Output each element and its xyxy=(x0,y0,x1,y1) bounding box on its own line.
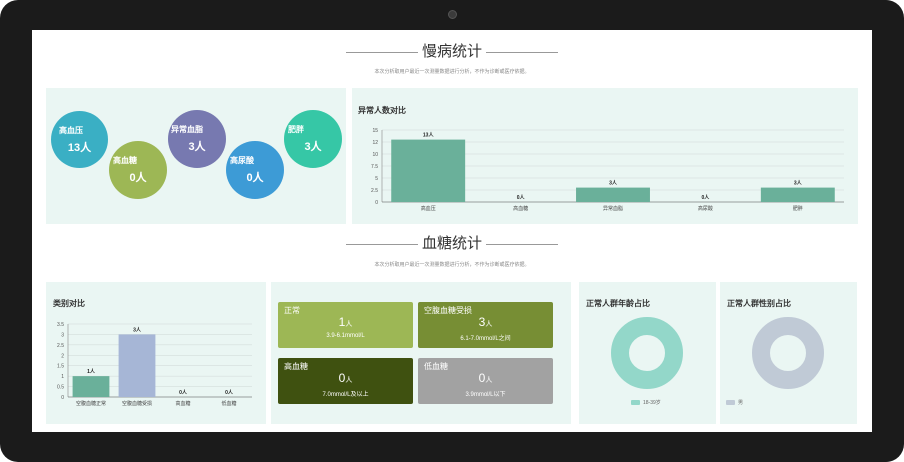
abnormal-bar-chart: 0 2.5 5 7.5 10 12 15 13人高血压 0人高血糖 3人异常血脂 0人高尿酸 3人肥胖 xyxy=(371,128,844,212)
card-value-unit: 人 xyxy=(485,321,493,328)
card-impaired-fasting[interactable]: 空腹血糖受损 3人 6.1-7.0mmol/L之间 xyxy=(418,302,553,348)
bar-4[interactable] xyxy=(760,187,835,202)
x-tick-label: 高血糖 xyxy=(175,400,190,407)
y-tick-label: 0 xyxy=(375,200,378,206)
bar-0[interactable] xyxy=(72,376,110,397)
card-range: 7.0mmol/L及以上 xyxy=(322,392,369,398)
legend-label: 男 xyxy=(738,400,744,406)
data-label: 0人 xyxy=(179,389,188,396)
legend-swatch xyxy=(631,400,640,406)
bar-0[interactable] xyxy=(391,139,466,202)
bubble-label: 异常血脂 xyxy=(171,125,203,134)
card-value-unit: 人 xyxy=(345,377,353,384)
camera-icon xyxy=(448,10,457,19)
title-line-right xyxy=(486,51,558,53)
legend-label: 18-39岁 xyxy=(643,400,661,406)
y-tick-label: 2.5 xyxy=(371,188,378,194)
y-tick-label: 10 xyxy=(372,152,378,158)
title-line-left xyxy=(345,243,418,245)
x-tick-label: 肥胖 xyxy=(793,205,803,212)
screen: 慢病统计 本次分析取用户最近一次测量数据进行分析，不作为诊断或医疗依据。 高血压… xyxy=(32,30,872,432)
data-label: 3人 xyxy=(794,180,803,187)
bubble-hyperuricemia[interactable]: 高尿酸 0人 xyxy=(226,141,284,199)
bubble-label: 高尿酸 xyxy=(230,156,254,165)
card-value: 0人 xyxy=(278,371,413,385)
age-pie-panel: 正常人群年龄占比 18-39岁 xyxy=(579,282,716,424)
card-range: 3.9-6.1mmol/L xyxy=(326,333,365,339)
glucose-cards-panel: 正常 1人 3.9-6.1mmol/L 空腹血糖受损 3人 6.1-7.0mmo… xyxy=(271,282,571,424)
card-value: 3人 xyxy=(418,315,553,329)
data-label: 3人 xyxy=(609,180,618,187)
data-label: 0人 xyxy=(225,389,234,396)
x-tick-label: 高尿酸 xyxy=(698,205,713,212)
legend: 18-39岁 xyxy=(631,399,661,406)
bubble-panel: 高血压 13人 高血糖 0人 异常血脂 3人 高尿酸 0人 肥胖 3人 xyxy=(46,88,346,224)
data-label: 1人 xyxy=(87,368,96,375)
x-tick-label: 低血糖 xyxy=(221,400,236,407)
y-tick-label: 2 xyxy=(61,353,64,359)
y-tick-label: 0 xyxy=(61,395,64,401)
y-tick-label: 3 xyxy=(61,332,64,338)
card-value: 0人 xyxy=(418,371,553,385)
bar-2[interactable] xyxy=(576,187,650,202)
data-label: 0人 xyxy=(702,194,711,201)
section-subtitle: 本次分析取用户最近一次测量数据进行分析，不作为诊断或医疗依据。 xyxy=(374,262,530,268)
x-tick-label: 空腹血糖受损 xyxy=(122,400,152,407)
bubble-value: 13人 xyxy=(67,142,92,154)
section-subtitle: 本次分析取用户最近一次测量数据进行分析，不作为诊断或医疗依据。 xyxy=(374,69,530,75)
data-label: 13人 xyxy=(423,132,435,139)
bubble-value: 0人 xyxy=(246,172,264,184)
x-tick-label: 异常血脂 xyxy=(603,205,623,212)
y-tick-label: 12 xyxy=(372,140,378,146)
card-normal[interactable]: 正常 1人 3.9-6.1mmol/L xyxy=(278,302,413,348)
y-tick-label: 5 xyxy=(375,176,378,182)
card-value-unit: 人 xyxy=(345,321,353,328)
data-label: 0人 xyxy=(517,194,526,201)
data-label: 3人 xyxy=(133,326,142,333)
y-tick-label: 1.5 xyxy=(57,364,64,370)
bar-1[interactable] xyxy=(118,334,156,397)
legend-swatch xyxy=(726,400,735,406)
card-range: 6.1-7.0mmol/L之间 xyxy=(460,336,511,342)
card-range: 3.9mmol/L以下 xyxy=(465,392,506,398)
bubble-label: 肥胖 xyxy=(288,125,304,134)
title-line-right xyxy=(486,243,558,245)
card-hypoglycemia[interactable]: 低血糖 0人 3.9mmol/L以下 xyxy=(418,358,553,404)
x-tick-label: 空腹血糖正常 xyxy=(76,400,106,407)
category-chart-panel: 类别对比 0 0.5 1 1.5 2 2.5 3 3.5 1人 空腹血糖正常 3人 空腹血糖受损 0人高… xyxy=(46,282,266,424)
y-tick-label: 1 xyxy=(61,374,64,380)
bubble-hyperglycemia[interactable]: 高血糖 0人 xyxy=(109,141,167,199)
card-value: 1人 xyxy=(278,315,413,329)
y-tick-label: 7.5 xyxy=(371,164,378,170)
bubble-value: 3人 xyxy=(188,141,206,153)
monitor-bezel: 慢病统计 本次分析取用户最近一次测量数据进行分析，不作为诊断或医疗依据。 高血压… xyxy=(0,0,904,462)
bubble-obesity[interactable]: 肥胖 3人 xyxy=(284,110,342,168)
card-value-unit: 人 xyxy=(485,377,493,384)
title-line-left xyxy=(345,51,418,53)
section-title-glucose: 血糖统计 xyxy=(32,232,872,253)
bubble-label: 高血糖 xyxy=(113,156,137,165)
category-bar-chart: 0 0.5 1 1.5 2 2.5 3 3.5 1人空腹血糖正常 3人空腹血糖受损 0人高血糖 0人低… xyxy=(57,322,252,407)
y-tick-label: 3.5 xyxy=(57,322,64,328)
section-title-text: 慢病统计 xyxy=(421,43,482,60)
donut-slice[interactable] xyxy=(752,317,824,389)
y-tick-label: 0.5 xyxy=(57,385,64,391)
bubble-value: 3人 xyxy=(304,141,322,153)
y-tick-label: 2.5 xyxy=(57,343,64,349)
y-tick-label: 15 xyxy=(372,128,378,134)
section-title-chronic: 慢病统计 xyxy=(32,40,872,61)
card-hyperglycemia[interactable]: 高血糖 0人 7.0mmol/L及以上 xyxy=(278,358,413,404)
donut-slice[interactable] xyxy=(611,317,683,389)
bubble-dyslipidemia[interactable]: 异常血脂 3人 xyxy=(168,110,226,168)
x-tick-label: 高血压 xyxy=(421,205,436,212)
legend: 男 xyxy=(726,399,743,406)
bubble-label: 高血压 xyxy=(59,126,83,135)
bubble-value: 0人 xyxy=(129,172,147,184)
gender-pie-panel: 正常人群性别占比 男 xyxy=(720,282,857,424)
abnormal-chart-panel: 异常人数对比 0 2.5 5 7.5 10 12 15 13人 高血压 0人 高血糖 3人 异常血脂 0人… xyxy=(352,88,858,224)
bubble-hypertension[interactable]: 高血压 13人 xyxy=(51,111,108,168)
x-tick-label: 高血糖 xyxy=(513,205,528,212)
section-title-text: 血糖统计 xyxy=(421,235,482,252)
